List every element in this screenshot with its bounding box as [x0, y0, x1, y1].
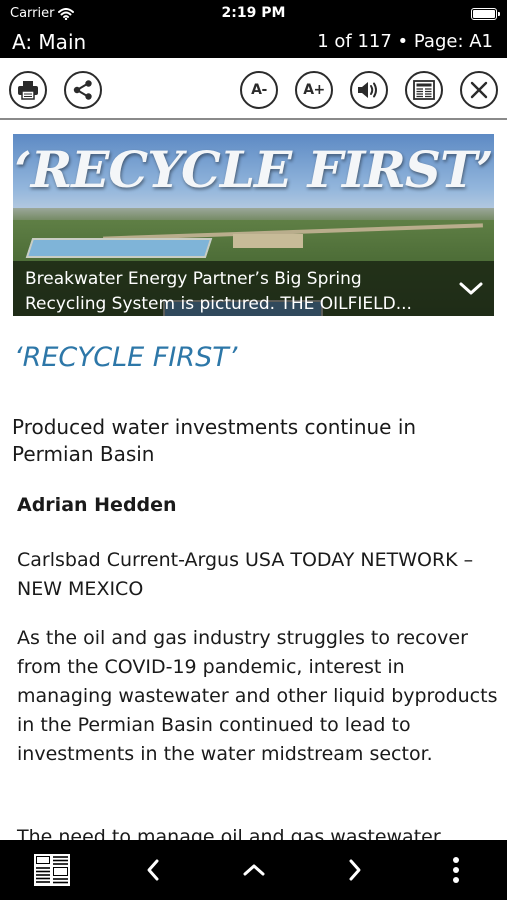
- image-caption-bar[interactable]: Breakwater Energy Partner’s Big Spring R…: [13, 261, 494, 316]
- article-subhead: Produced water investments continue in P…: [12, 415, 417, 466]
- article-title: ‘RECYCLE FIRST’: [14, 342, 238, 373]
- read-aloud-button[interactable]: [350, 71, 388, 109]
- decrease-font-icon: A-: [251, 82, 267, 98]
- hero-pad: [233, 234, 303, 248]
- decrease-font-button[interactable]: A-: [240, 71, 278, 109]
- next-article-button[interactable]: [338, 850, 372, 890]
- scroll-top-button[interactable]: [236, 850, 272, 890]
- section-title[interactable]: A: Main: [12, 30, 86, 54]
- article-content[interactable]: ‘RECYCLE FIRST’ Breakwater Energy Partne…: [0, 122, 507, 840]
- increase-font-icon: A+: [303, 82, 325, 98]
- chevron-down-icon[interactable]: [458, 275, 484, 301]
- article-source: Carlsbad Current-Argus USA TODAY NETWORK…: [17, 549, 474, 600]
- share-icon: [73, 80, 92, 100]
- hero-headline: ‘RECYCLE FIRST’: [14, 140, 493, 199]
- status-bar: Carrier 2:19 PM: [0, 0, 507, 28]
- chevron-up-icon: [243, 864, 265, 876]
- chevron-right-icon: [349, 859, 361, 881]
- battery-icon: [471, 8, 500, 20]
- previous-article-button[interactable]: [136, 850, 170, 890]
- page-indicator: 1 of 117 • Page: A1: [317, 31, 493, 52]
- print-button[interactable]: [9, 71, 47, 109]
- share-button[interactable]: [64, 71, 102, 109]
- increase-font-button[interactable]: A+: [295, 71, 333, 109]
- article-paragraph: As the oil and gas industry struggles to…: [17, 627, 498, 765]
- title-bar: A: Main 1 of 117 • Page: A1: [0, 28, 507, 58]
- more-options-button[interactable]: [440, 850, 472, 890]
- article-toolbar: A- A+: [0, 58, 507, 120]
- page-thumbnails-icon: [34, 854, 70, 886]
- close-icon: [470, 81, 488, 99]
- hero-water-pond: [25, 238, 213, 258]
- article-byline: Adrian Hedden: [17, 494, 177, 516]
- more-vertical-icon: [453, 857, 459, 883]
- hero-image[interactable]: ‘RECYCLE FIRST’ Breakwater Energy Partne…: [13, 134, 494, 316]
- print-icon: [18, 81, 38, 100]
- page-thumbnails-button[interactable]: [30, 850, 74, 890]
- close-button[interactable]: [460, 71, 498, 109]
- status-time: 2:19 PM: [221, 5, 286, 21]
- newspaper-view-icon: [413, 80, 435, 100]
- page-view-button[interactable]: [405, 71, 443, 109]
- speaker-icon: [358, 82, 377, 98]
- chevron-left-icon: [147, 859, 159, 881]
- article-paragraph: The need to manage oil and gas wastewate…: [17, 826, 441, 840]
- bottom-nav-bar: [0, 840, 507, 900]
- image-caption: Breakwater Energy Partner’s Big Spring R…: [25, 269, 412, 314]
